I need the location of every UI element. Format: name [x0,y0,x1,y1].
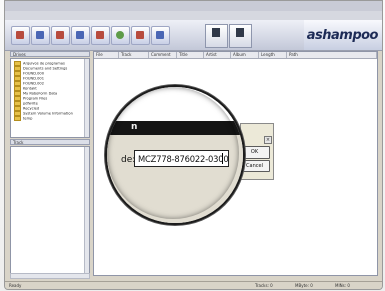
toolbar-info-button[interactable] [151,26,170,45]
tree-item-label: temp [23,116,33,121]
open-icon [36,31,44,39]
track-scrollbar[interactable] [84,147,89,278]
status-tracks: Tracks: 0 [255,283,273,288]
title-bar [5,1,382,11]
left-pane: Drives Arquivos de programas Documents a… [10,51,95,283]
tree-item-label: FOUND.000 [23,71,44,76]
track-panel [10,146,90,279]
tree-item-label: System Volume Information [23,111,73,116]
lens-rim [107,87,239,219]
toolbar-refresh-button[interactable] [111,26,130,45]
column-header-row: File Track Comment Title Artist Album Le… [94,52,377,59]
dialog-close-button[interactable]: × [264,136,272,144]
refresh-icon [116,31,124,39]
column-album[interactable]: Album [231,52,259,58]
status-mins: MINs: 0 [335,283,350,288]
column-title[interactable]: Title [177,52,204,58]
toolbar-new-button[interactable] [11,26,30,45]
new-icon [16,31,24,39]
tree-item-label: Arquivos de programas [23,61,65,66]
status-bar: Ready Tracks: 0 MByte: 0 MINs: 0 [5,281,382,289]
horizontal-scrollbar[interactable] [10,273,90,279]
toolbar-copy-button[interactable] [91,26,110,45]
status-mbytes: MByte: 0 [295,283,313,288]
drives-header: Drives [10,51,90,57]
tree-item-label: Program Files [23,96,48,101]
column-track[interactable]: Track [119,52,149,58]
column-artist[interactable]: Artist [204,52,231,58]
wizard-icon [236,28,244,37]
column-path[interactable]: Path [287,52,377,58]
logo-area: ashampoo [304,20,382,50]
toolbar-save-button[interactable] [51,26,70,45]
save-icon [56,31,64,39]
info-icon [156,31,164,39]
tree-item-label: FOUND.001 [23,76,44,81]
cut-icon [76,31,84,39]
burn-icon [212,28,220,37]
page-background: ashampoo Drives Arquivos de programas Do… [0,0,385,291]
column-comment[interactable]: Comment [149,52,177,58]
folder-icon [14,116,21,121]
tree-scrollbar[interactable] [84,59,89,137]
copy-icon [96,31,104,39]
tree-item[interactable]: temp [14,116,32,121]
tree-item-label: Documents and Settings [23,66,68,71]
toolbar: ashampoo [5,20,382,51]
toolbar-wizard-button[interactable] [229,24,252,48]
menu-bar [5,11,382,20]
column-file[interactable]: File [94,52,119,58]
tree-item-label: My RoboForm Data [23,91,58,96]
track-header: Track [10,139,90,145]
column-length[interactable]: Length [259,52,287,58]
tree-item-label: pdfwrite [23,101,38,106]
record-icon [136,31,144,39]
tree-item-label: FOUND.002 [23,81,44,86]
status-ready: Ready [9,283,22,288]
folder-tree[interactable]: Arquivos de programas Documents and Sett… [10,58,90,138]
toolbar-open-button[interactable] [31,26,50,45]
tree-item-label: Recycled [23,106,40,111]
ashampoo-logo: ashampoo [306,28,379,43]
toolbar-cut-button[interactable] [71,26,90,45]
toolbar-record-button[interactable] [131,26,150,45]
tree-item-label: Kontakt [23,86,37,91]
magnifier-lens: n de: MCZ778-876022-0300 [105,85,245,225]
toolbar-burn-button[interactable] [205,24,228,48]
